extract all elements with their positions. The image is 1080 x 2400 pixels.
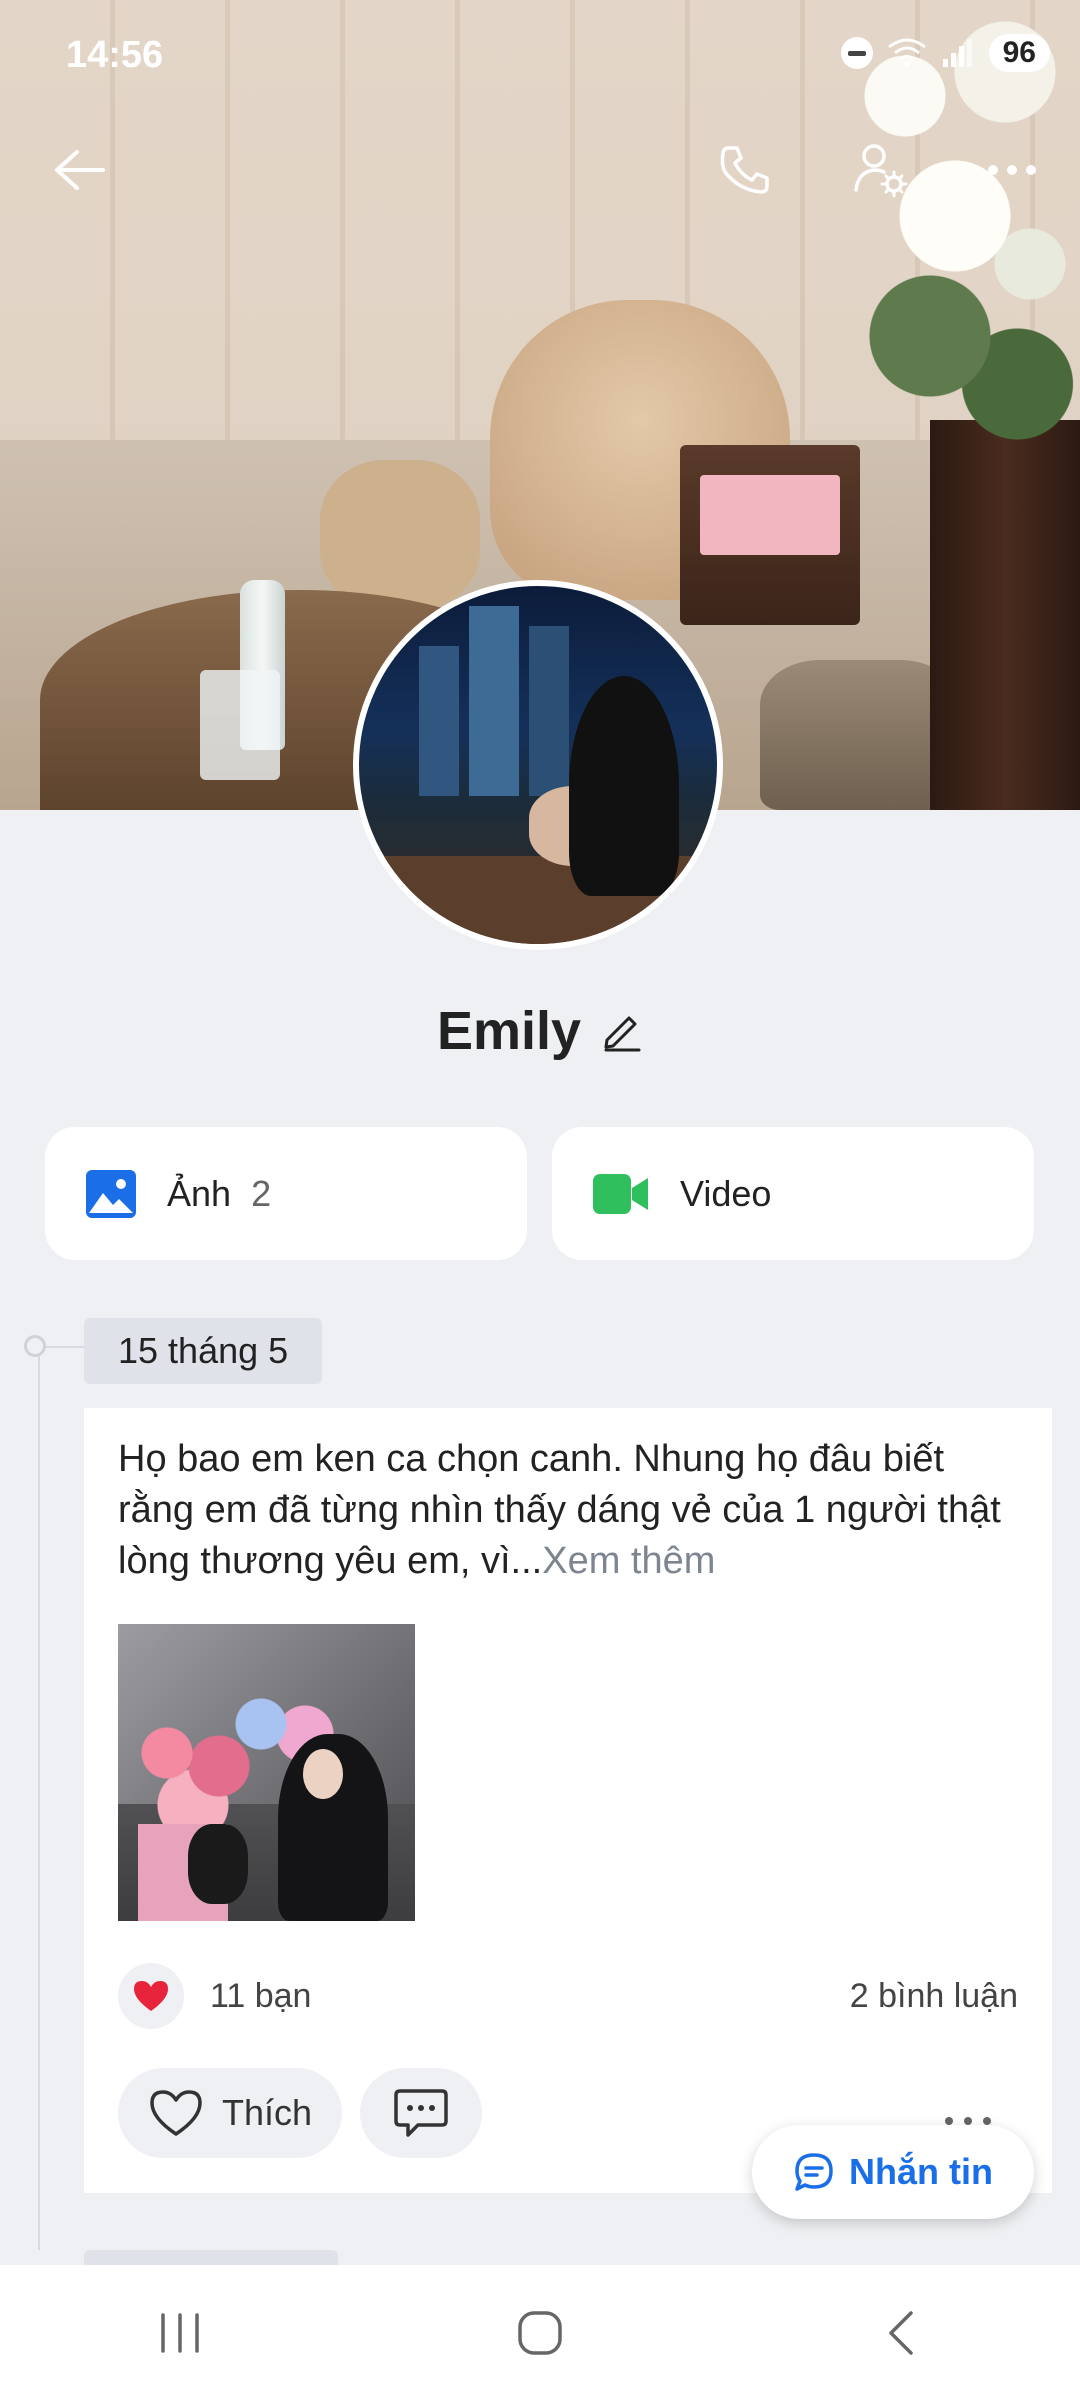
profile-settings-button[interactable] (840, 130, 920, 210)
do-not-disturb-icon (840, 37, 873, 69)
status-icons: 96 (840, 34, 1050, 72)
timeline-dot (24, 1335, 46, 1357)
chat-icon (795, 2153, 833, 2191)
photos-count: 2 (251, 1172, 272, 1214)
see-more-link[interactable]: Xem thêm (542, 1540, 715, 1582)
edit-pencil-icon[interactable] (601, 1010, 643, 1052)
user-settings-icon (854, 144, 908, 198)
videos-tab[interactable]: Video (552, 1127, 1034, 1260)
timeline-connector (46, 1346, 84, 1348)
photos-tab[interactable]: Ảnh 2 (45, 1127, 527, 1260)
avatar-building (419, 646, 459, 796)
recent-apps-icon (161, 2312, 199, 2353)
profile-avatar[interactable] (353, 580, 723, 950)
video-camera-icon (593, 1173, 648, 1214)
timeline-date: 15 tháng 5 (84, 1318, 323, 1384)
comment-button[interactable] (360, 2068, 483, 2158)
reaction-summary: 11 bạn 2 bình luận (118, 1963, 1018, 2029)
comment-count[interactable]: 2 bình luận (850, 1977, 1018, 2016)
image-icon (86, 1169, 136, 1218)
avatar-building (469, 606, 519, 796)
timeline-line (38, 1350, 40, 2250)
more-options-button[interactable] (972, 130, 1052, 210)
reaction-count[interactable]: 11 bạn (210, 1977, 311, 2016)
post-text[interactable]: Họ bao em ken ca chọn canh. Nhung họ đâu… (118, 1434, 1018, 1587)
comment-bubble-icon (394, 2089, 448, 2137)
photo-doll (188, 1824, 248, 1904)
back-button[interactable] (40, 130, 120, 210)
call-button[interactable] (705, 130, 785, 210)
photo-figure-face (303, 1749, 343, 1799)
profile-name: Emily (436, 1001, 582, 1061)
heart-filled-icon (134, 1981, 168, 2011)
avatar-building (529, 626, 569, 796)
arrow-left-icon (55, 150, 105, 190)
heart-outline-icon (150, 2090, 202, 2136)
cover-glass (200, 670, 280, 780)
home-icon (518, 2310, 562, 2355)
battery-level: 96 (988, 34, 1050, 72)
more-horizontal-icon (988, 165, 1036, 175)
post-photo[interactable] (118, 1624, 415, 1921)
send-message-button[interactable]: Nhắn tin (752, 2125, 1034, 2219)
signal-icon (942, 39, 972, 67)
status-bar: 14:56 96 (0, 0, 1080, 110)
system-back-button[interactable] (840, 2283, 960, 2383)
more-horizontal-icon (945, 2116, 991, 2125)
photos-label: Ảnh (167, 1172, 232, 1214)
like-label: Thích (222, 2092, 313, 2133)
status-time: 14:56 (66, 34, 164, 76)
like-button[interactable]: Thích (118, 2068, 343, 2158)
post-card: Họ bao em ken ca chọn canh. Nhung họ đâu… (84, 1408, 1052, 2193)
video-label: Video (680, 1172, 772, 1214)
home-button[interactable] (480, 2283, 600, 2383)
reaction-heart-bubble[interactable] (118, 1963, 184, 2029)
profile-name-row: Emily (0, 1000, 1080, 1062)
wifi-icon (887, 38, 926, 67)
avatar-figure-hair (569, 676, 679, 896)
chevron-left-icon (889, 2310, 913, 2355)
system-nav-bar (0, 2265, 1080, 2400)
phone-icon (720, 146, 769, 194)
cover-pouf (320, 460, 480, 610)
recent-apps-button[interactable] (120, 2283, 240, 2383)
send-message-label: Nhắn tin (849, 2151, 993, 2192)
